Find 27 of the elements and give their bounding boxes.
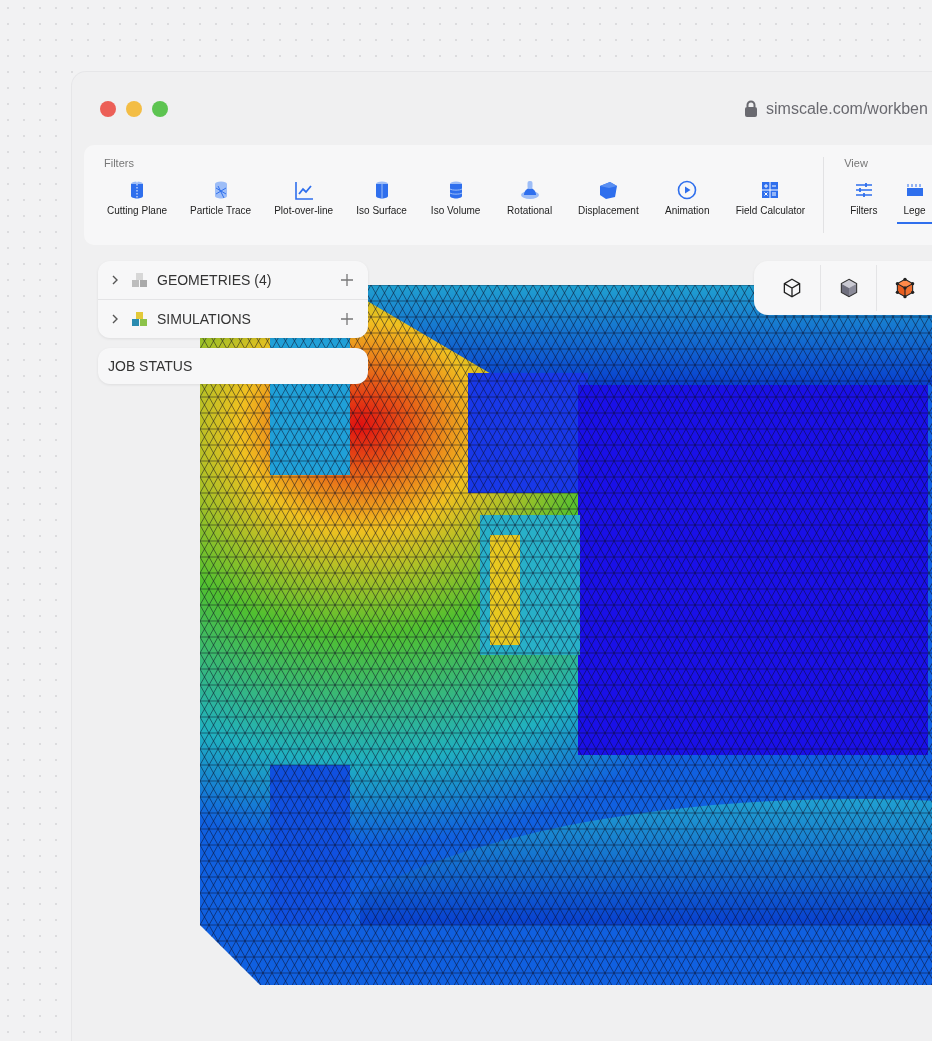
filter-tool-button[interactable]: Plot-over-line: [271, 179, 340, 216]
tree-item[interactable]: SIMULATIONS: [157, 311, 332, 327]
filter-tool-button[interactable]: Particle Trace: [187, 179, 258, 216]
job-status-panel[interactable]: JOB STATUS: [98, 348, 368, 384]
plot-filter-icon: [292, 179, 315, 201]
animation-filter-icon: [676, 179, 699, 201]
filter-tool-button[interactable]: Iso Volume: [427, 179, 488, 216]
cubes-icon: [130, 272, 149, 288]
plus-icon[interactable]: [340, 273, 354, 287]
view-tab[interactable]: Lege: [897, 179, 932, 224]
filter-tool-button[interactable]: Rotational: [501, 179, 562, 216]
section-label: Filters: [104, 157, 135, 169]
view-tab[interactable]: Filters: [844, 179, 884, 224]
filter-tool-button[interactable]: Iso Surface: [353, 179, 414, 216]
lock-icon: [744, 100, 758, 117]
filter-tool-button[interactable]: Field Calculator: [732, 179, 812, 216]
address-bar-url[interactable]: simscale.com/workben: [766, 99, 928, 118]
close-button[interactable]: [100, 100, 116, 117]
section-label: View: [844, 157, 869, 169]
rotational-filter-icon: [518, 179, 541, 201]
plus-icon[interactable]: [340, 312, 354, 326]
filter-tool-button[interactable]: Displacement: [575, 179, 645, 216]
tree-item[interactable]: GEOMETRIES (4): [157, 272, 332, 288]
filter-tool-button[interactable]: Cutting Plane: [104, 179, 174, 216]
cubes-icon: [130, 311, 149, 327]
filter-tool-button[interactable]: Animation: [658, 179, 719, 216]
displacement-filter-icon: [597, 179, 620, 201]
